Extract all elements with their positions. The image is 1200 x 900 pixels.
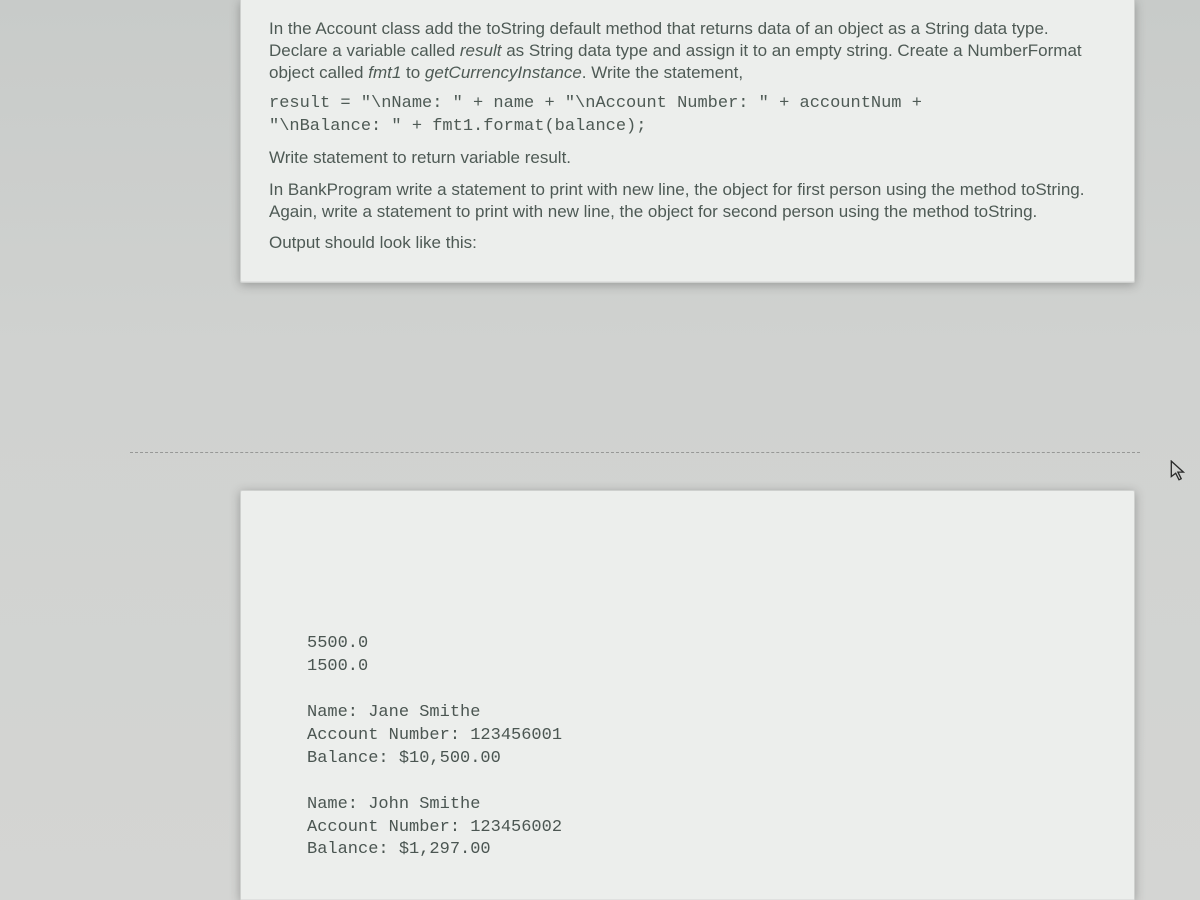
instruction-paragraph-1: In the Account class add the toString de… — [269, 18, 1106, 83]
section-divider — [130, 452, 1140, 453]
method-getcurrencyinstance: getCurrencyInstance — [425, 63, 582, 82]
code-line-2: "\nBalance: " + fmt1.format(balance); — [269, 116, 1106, 139]
text: . Write the statement, — [582, 63, 743, 82]
code-statement: result = "\nName: " + name + "\nAccount … — [269, 93, 1106, 139]
text: to — [401, 63, 425, 82]
code-line-1: result = "\nName: " + name + "\nAccount … — [269, 93, 1106, 116]
var-fmt1: fmt1 — [368, 63, 401, 82]
cursor-icon — [1170, 460, 1188, 482]
page-root: In the Account class add the toString de… — [0, 0, 1200, 900]
instruction-paragraph-2: Write statement to return variable resul… — [269, 147, 1106, 169]
instructions-panel: In the Account class add the toString de… — [240, 0, 1135, 283]
program-output: 5500.0 1500.0 Name: Jane Smithe Account … — [307, 633, 1106, 862]
output-panel: 5500.0 1500.0 Name: Jane Smithe Account … — [240, 490, 1135, 900]
var-result: result — [460, 41, 502, 60]
instruction-paragraph-3: In BankProgram write a statement to prin… — [269, 179, 1106, 223]
instruction-paragraph-4: Output should look like this: — [269, 232, 1106, 254]
